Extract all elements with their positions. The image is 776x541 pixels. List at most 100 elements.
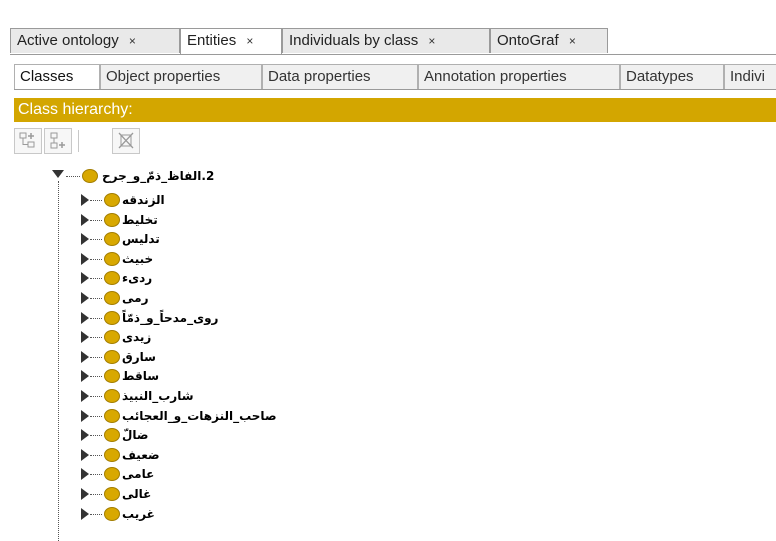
tree-node-class[interactable]: ساقط: [122, 368, 159, 384]
tree-guide-line: [58, 181, 59, 541]
subtab-annotation-properties[interactable]: Annotation properties: [418, 64, 620, 89]
expand-arrow-icon[interactable]: [81, 194, 89, 206]
tree-node-class[interactable]: شارب_النبيذ: [122, 388, 194, 404]
expand-arrow-icon[interactable]: [81, 429, 89, 441]
expand-arrow-icon[interactable]: [81, 233, 89, 245]
tree-node-class[interactable]: غالی: [122, 486, 151, 502]
tree-connector: [90, 357, 102, 358]
tab-active-ontology[interactable]: Active ontology ×: [10, 28, 180, 53]
expand-arrow-icon[interactable]: [81, 488, 89, 500]
tree-connector: [90, 514, 102, 515]
expand-arrow-icon[interactable]: [81, 214, 89, 226]
tree-connector: [66, 176, 80, 177]
tree-node-class[interactable]: غريب: [122, 506, 155, 522]
expand-arrow-icon[interactable]: [81, 468, 89, 480]
tree-node-class[interactable]: صاحب_النزهات_و_العجائب: [122, 408, 277, 424]
collapse-arrow-icon[interactable]: [52, 170, 64, 178]
tree-node-class[interactable]: ردیء: [122, 270, 152, 286]
class-circle-icon: [104, 350, 120, 364]
tree-connector: [90, 494, 102, 495]
tree-connector: [90, 474, 102, 475]
subtab-label: Data properties: [268, 68, 371, 85]
expand-arrow-icon[interactable]: [81, 331, 89, 343]
tab-label: Entities: [187, 32, 237, 49]
main-tab-bar: Active ontology × Entities × Individuals…: [10, 28, 776, 55]
tab-ontograf[interactable]: OntoGraf ×: [490, 28, 608, 53]
subtab-label: Indivi: [730, 68, 766, 85]
tree-node-class[interactable]: روی_مدحاً_و_ذمّاً: [122, 310, 218, 326]
subtab-label: Datatypes: [626, 68, 694, 85]
expand-arrow-icon[interactable]: [81, 508, 89, 520]
expand-arrow-icon[interactable]: [81, 351, 89, 363]
tree-node-class[interactable]: ضعيف: [122, 447, 160, 463]
top-margin: [0, 0, 776, 22]
tab-individuals-by-class[interactable]: Individuals by class ×: [282, 28, 490, 53]
class-circle-icon: [82, 169, 98, 183]
class-circle-icon: [104, 409, 120, 423]
tree-connector: [90, 318, 102, 319]
expand-arrow-icon[interactable]: [81, 449, 89, 461]
subtab-object-properties[interactable]: Object properties: [100, 64, 262, 89]
close-icon[interactable]: ×: [569, 34, 576, 48]
add-sibling-button[interactable]: [44, 128, 72, 154]
subtab-classes[interactable]: Classes: [14, 64, 100, 89]
class-circle-icon: [104, 193, 120, 207]
delete-class-button[interactable]: [112, 128, 140, 154]
class-circle-icon: [104, 252, 120, 266]
tree-node-class[interactable]: ضالّ: [122, 427, 149, 443]
tree-connector: [90, 220, 102, 221]
class-circle-icon: [104, 369, 120, 383]
tree-connector: [90, 416, 102, 417]
tree-connector: [90, 278, 102, 279]
class-circle-icon: [104, 389, 120, 403]
close-icon[interactable]: ×: [129, 34, 136, 48]
tree-node-class[interactable]: الزندقه: [122, 192, 165, 208]
tab-label: Individuals by class: [289, 32, 419, 49]
expand-arrow-icon[interactable]: [81, 370, 89, 382]
tab-label: OntoGraf: [497, 32, 559, 49]
expand-arrow-icon[interactable]: [81, 410, 89, 422]
tree-connector: [90, 298, 102, 299]
toolbar-divider: [78, 130, 79, 152]
expand-arrow-icon[interactable]: [81, 390, 89, 402]
subtab-datatypes[interactable]: Datatypes: [620, 64, 724, 89]
subtab-data-properties[interactable]: Data properties: [262, 64, 418, 89]
tree-node-class[interactable]: تخليط: [122, 212, 158, 228]
tree-connector: [90, 455, 102, 456]
tree-node-class[interactable]: زيدی: [122, 329, 151, 345]
tree-connector: [90, 259, 102, 260]
tree-node-class[interactable]: سارق: [122, 349, 156, 365]
add-sibling-icon: [50, 132, 65, 149]
tree-node-root[interactable]: 2.الفاظ_ذمّ_و_جرح: [102, 168, 214, 184]
delete-class-icon: [118, 132, 134, 149]
close-icon[interactable]: ×: [246, 34, 253, 48]
tree-connector: [90, 337, 102, 338]
class-circle-icon: [104, 271, 120, 285]
class-circle-icon: [104, 213, 120, 227]
tree-node-class[interactable]: رمی: [122, 290, 148, 306]
expand-arrow-icon[interactable]: [81, 253, 89, 265]
tree-connector: [90, 396, 102, 397]
tree-node-class[interactable]: خبيث: [122, 251, 153, 267]
tree-connector: [90, 376, 102, 377]
tree-connector: [90, 435, 102, 436]
tree-node-class[interactable]: عامی: [122, 466, 154, 482]
class-circle-icon: [104, 487, 120, 501]
class-hierarchy-header: Class hierarchy:: [14, 98, 776, 122]
class-circle-icon: [104, 330, 120, 344]
add-subclass-button[interactable]: [14, 128, 42, 154]
tab-entities[interactable]: Entities ×: [180, 28, 282, 54]
class-circle-icon: [104, 507, 120, 521]
tree-connector: [90, 200, 102, 201]
expand-arrow-icon[interactable]: [81, 292, 89, 304]
class-hierarchy-title: Class hierarchy:: [18, 101, 133, 118]
class-circle-icon: [104, 291, 120, 305]
expand-arrow-icon[interactable]: [81, 312, 89, 324]
tree-connector: [90, 239, 102, 240]
class-circle-icon: [104, 448, 120, 462]
subtab-individuals[interactable]: Indivi: [724, 64, 776, 89]
expand-arrow-icon[interactable]: [81, 272, 89, 284]
close-icon[interactable]: ×: [428, 34, 435, 48]
subtab-label: Annotation properties: [424, 68, 567, 85]
tree-node-class[interactable]: تدليس: [122, 231, 160, 247]
